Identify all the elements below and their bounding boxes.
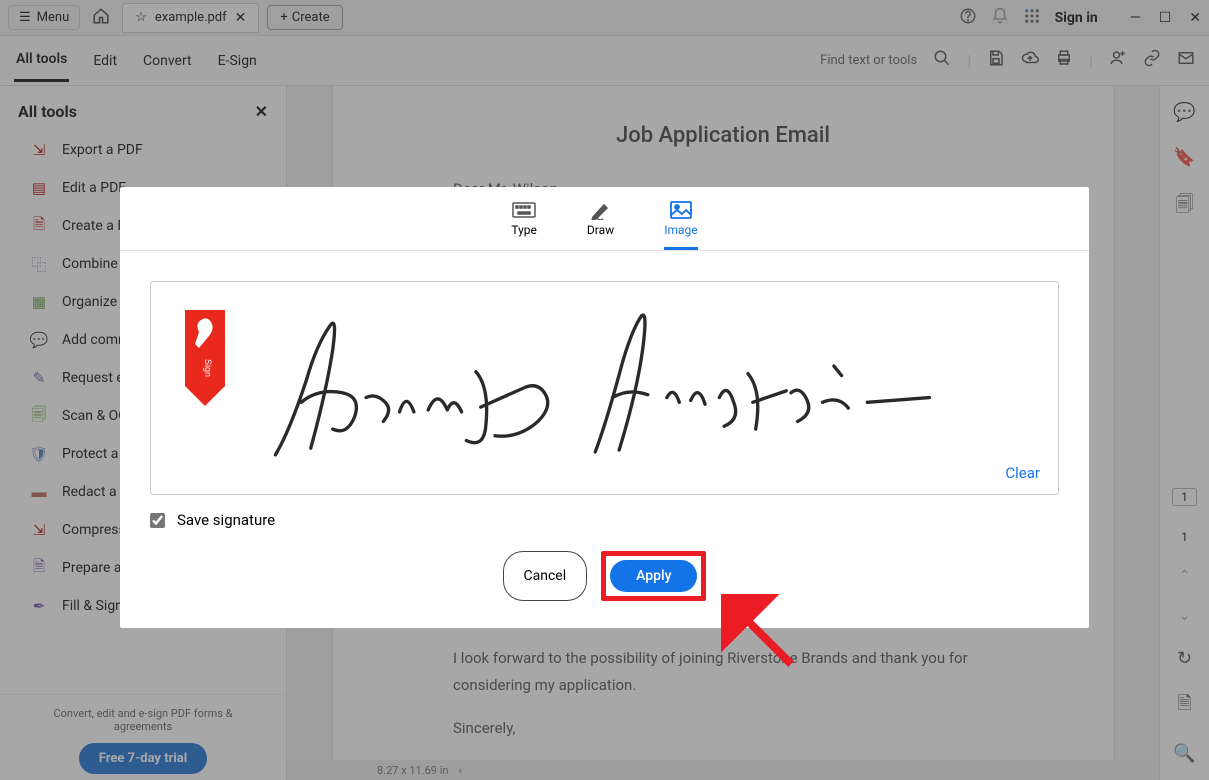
draw-pen-icon (589, 201, 613, 219)
clear-link[interactable]: Clear (1005, 464, 1040, 482)
tab-image-label: Image (664, 223, 697, 237)
apply-highlight: Apply (601, 551, 706, 601)
image-icon (669, 201, 693, 219)
apply-button[interactable]: Apply (610, 560, 697, 592)
tab-type-label: Type (511, 223, 537, 237)
keyboard-icon (512, 201, 536, 219)
tab-image[interactable]: Image (664, 201, 697, 250)
tab-draw-label: Draw (587, 223, 614, 237)
svg-text:Sign: Sign (203, 359, 213, 377)
sign-badge-icon: Sign (185, 310, 225, 402)
tab-draw[interactable]: Draw (587, 201, 614, 250)
tab-type[interactable]: Type (511, 201, 537, 250)
cancel-button[interactable]: Cancel (503, 551, 588, 601)
save-signature-label: Save signature (177, 511, 275, 529)
save-signature-checkbox[interactable] (150, 513, 165, 528)
signature-image (242, 298, 968, 478)
signature-modal: Type Draw Image Sign Clear (120, 187, 1089, 628)
signature-preview: Sign Clear (150, 281, 1059, 495)
